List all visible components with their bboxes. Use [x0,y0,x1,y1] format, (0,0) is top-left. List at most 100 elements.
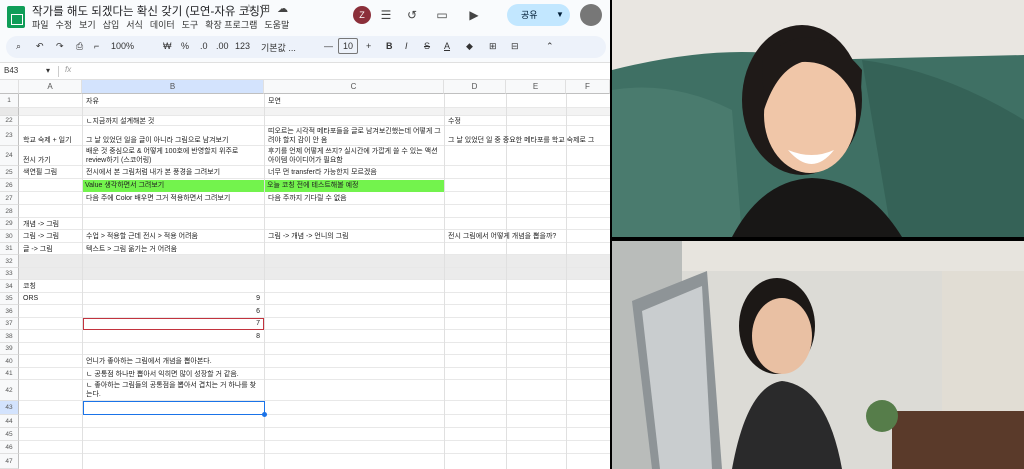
menu-file[interactable]: 파일 [32,20,49,30]
cell-c30[interactable]: 그림 -> 개념 -> 언니의 그림 [266,232,442,241]
row-header[interactable]: 27 [0,192,19,205]
cell-b36[interactable]: 6 [84,307,262,316]
redo-icon[interactable]: ↷ [56,41,64,52]
cell-a23[interactable]: 학교 숙제 + 일기 [21,136,82,145]
menu-edit[interactable]: 수정 [56,20,73,30]
undo-icon[interactable]: ↶ [36,41,44,52]
active-cell-b43[interactable] [83,401,265,415]
cell-a30[interactable]: 그림 -> 그림 [21,232,82,241]
cell-b40[interactable]: 언니가 좋아하는 그림에서 개념을 뽑아본다. [84,357,264,366]
col-header-a[interactable]: A [19,80,82,94]
row-header[interactable]: 42 [0,380,19,401]
cell-a29[interactable]: 개념 -> 그림 [21,220,82,229]
col-header-c[interactable]: C [264,80,444,94]
zoom-select[interactable]: 100% [111,41,134,51]
name-box-dropdown-icon[interactable]: ▾ [46,66,50,75]
row-header[interactable]: 40 [0,355,19,368]
row-header[interactable]: 23 [0,126,19,146]
cell-b38[interactable]: 8 [84,332,262,341]
menu-view[interactable]: 보기 [79,20,96,30]
cell-a25[interactable]: 색연필 그림 [21,168,82,177]
font-size-increase-button[interactable]: + [366,41,371,51]
cell-b37[interactable]: 7 [84,319,262,328]
menu-format[interactable]: 서식 [126,20,143,30]
row-header[interactable]: 38 [0,330,19,343]
increase-decimal-button[interactable]: .00 [216,41,229,51]
cell-a34[interactable]: 코칭 [21,282,82,291]
fill-handle[interactable] [262,412,267,417]
account-avatar[interactable] [580,4,602,26]
row-header[interactable]: 31 [0,243,19,255]
row-header[interactable]: 36 [0,305,19,318]
move-folder-icon[interactable]: ⊞ [261,3,270,15]
bold-button[interactable]: B [386,41,393,51]
row-header[interactable]: 35 [0,293,19,305]
row-header[interactable]: 45 [0,428,19,441]
cell-d22[interactable]: 수정 [446,117,504,126]
row-header[interactable]: 37 [0,318,19,330]
present-icon[interactable]: ☰ [377,6,395,24]
font-size-input[interactable]: 10 [338,38,359,54]
cell-c25[interactable]: 너무 먼 transfer라 가능한지 모르겠음 [266,168,442,177]
col-header-e[interactable]: E [506,80,566,94]
spreadsheet-grid[interactable]: A B C D E F 1 22 23 24 25 26 27 28 29 30… [0,80,610,469]
row-header[interactable]: 34 [0,280,19,293]
sheets-logo-icon[interactable] [7,6,25,28]
decrease-decimal-button[interactable]: .0 [200,41,208,51]
row-header[interactable]: 1 [0,94,19,108]
search-menus-icon[interactable]: ⌕ [16,41,21,52]
col-header-f[interactable]: F [566,80,610,94]
cell-b26[interactable]: Value 생각하면서 그려보기 [83,180,264,192]
menu-extensions[interactable]: 확장 프로그램 [205,20,257,30]
select-all-corner[interactable] [0,80,19,94]
italic-button[interactable]: I [405,41,408,51]
row-header[interactable]: 26 [0,179,19,192]
col-header-b[interactable]: B [82,80,264,94]
row-header[interactable]: 25 [0,166,19,179]
cell-b30[interactable]: 수업 > 적용할 근데 전시 > 적용 어려움 [84,232,262,241]
cell-d23[interactable]: 그 날 있었던 일 중 중요한 메타포를 학교 숙제로 그 [446,136,610,145]
collaborator-avatar[interactable]: Z [353,6,371,24]
cell-a35[interactable]: ORS [21,294,82,303]
print-icon[interactable]: ⎙ [76,41,83,52]
row-header[interactable]: 30 [0,230,19,243]
font-select[interactable]: 기본값 ... [261,41,296,54]
document-title[interactable]: 작가를 해도 되겠다는 확신 갖기 (모연-자유 코칭) [32,3,264,19]
row-header[interactable]: 32 [0,255,19,268]
row-header[interactable]: 43 [0,401,19,415]
cell-a24[interactable]: 전시 가기 [21,156,82,165]
menu-data[interactable]: 데이터 [150,20,175,30]
hidden-rows-marker[interactable] [0,108,19,116]
cell-a31[interactable]: 글 -> 그림 [21,245,82,254]
row-header[interactable]: 22 [0,116,19,126]
cell-b23[interactable]: 그 날 있었던 일을 글이 아니라 그림으로 남겨보기 [84,136,262,145]
cell-b41[interactable]: ㄴ 공통점 하나만 뽑아서 익히면 많이 성장할 거 같음. [84,370,264,379]
cell-b42[interactable]: ㄴ 좋아하는 그림들의 공통점을 뽑아서 겹치는 거 하나를 찾는다. [84,381,264,400]
strikethrough-button[interactable]: S [424,41,430,51]
borders-icon[interactable]: ⊞ [489,41,497,52]
font-size-decrease-button[interactable]: — [324,41,333,51]
row-header[interactable]: 39 [0,343,19,355]
cell-b1[interactable]: 자유 [84,97,262,106]
row-header[interactable]: 47 [0,454,19,469]
text-color-button[interactable]: A [444,41,450,51]
menu-help[interactable]: 도움말 [264,20,289,30]
row-header[interactable]: 33 [0,268,19,280]
menu-insert[interactable]: 삽입 [103,20,120,30]
cloud-status-icon[interactable]: ☁ [277,3,288,15]
name-box[interactable]: B43 [4,66,18,75]
cell-b27[interactable]: 다음 주에 Color 배우면 그거 적용하면서 그려보기 [84,194,262,203]
menu-tools[interactable]: 도구 [182,20,199,30]
history-icon[interactable]: ↺ [403,6,421,24]
meet-icon[interactable]: ▶ [465,6,483,24]
row-header[interactable]: 29 [0,218,19,230]
percent-button[interactable]: % [181,41,189,51]
row-header[interactable]: 24 [0,146,19,166]
cell-b31[interactable]: 텍스트 > 그림 옮기는 거 어려움 [84,245,262,254]
format-123-button[interactable]: 123 [235,41,250,51]
cell-c1[interactable]: 모연 [266,97,442,106]
cell-b22[interactable]: ㄴ지금까지 설계해본 것 [84,117,262,126]
row-header[interactable]: 41 [0,368,19,380]
cell-d30[interactable]: 전시 그림에서 어떻게 개념을 뽑을까? [446,232,610,241]
merge-cells-icon[interactable]: ⊟ [511,41,519,52]
